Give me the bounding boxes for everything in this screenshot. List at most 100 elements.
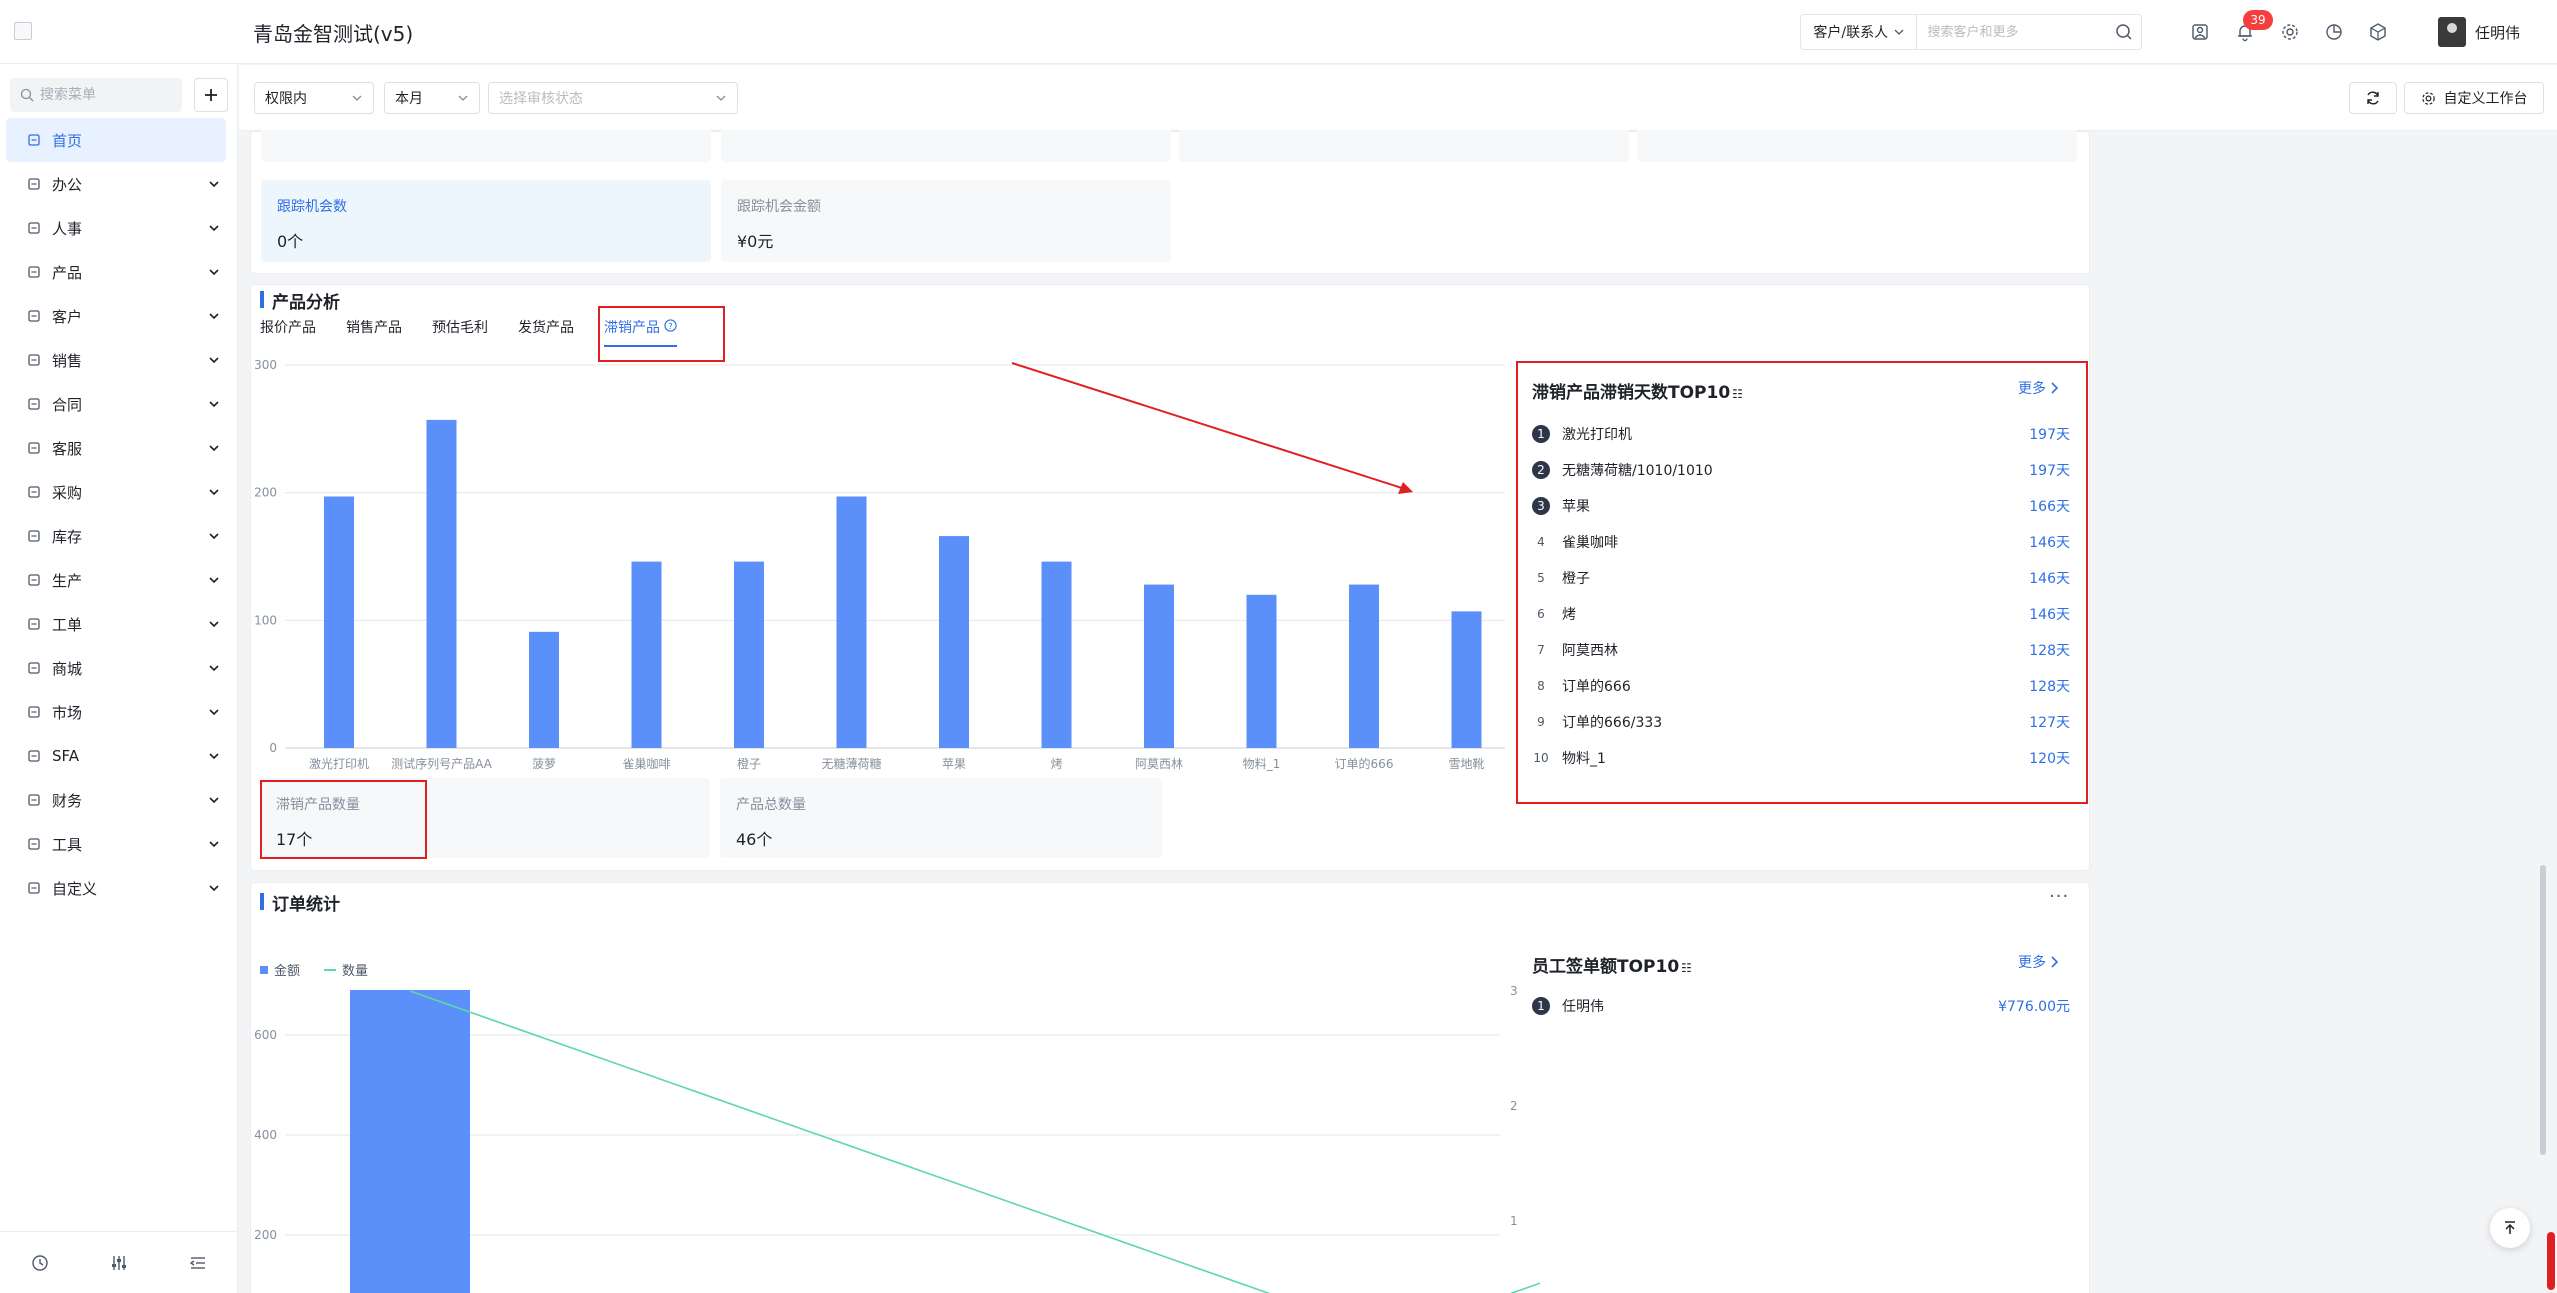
sidebar-item[interactable]: 客户 bbox=[0, 294, 238, 338]
sidebar-item[interactable]: 办公 bbox=[0, 162, 238, 206]
search-icon[interactable] bbox=[2107, 15, 2141, 49]
sidebar-item[interactable]: 客服 bbox=[0, 426, 238, 470]
slow-top10-more-link[interactable]: 更多 bbox=[2018, 378, 2058, 398]
gear-icon[interactable] bbox=[2278, 20, 2302, 44]
follow-count-card[interactable]: 跟踪机会数 0个 bbox=[261, 180, 711, 262]
bar[interactable] bbox=[836, 496, 867, 748]
back-to-top-button[interactable] bbox=[2490, 1208, 2530, 1248]
x-tick-label: 测试序列号产品AA bbox=[391, 756, 493, 771]
bar[interactable] bbox=[734, 561, 764, 748]
staff-top10-more-link[interactable]: 更多 bbox=[2018, 952, 2058, 972]
page-scrollbar[interactable] bbox=[2540, 865, 2546, 1155]
sidebar-item[interactable]: 库存 bbox=[0, 514, 238, 558]
rank-row[interactable]: 3 苹果 166天 bbox=[1532, 488, 2070, 524]
y-tick-label-left: 400 bbox=[254, 1128, 277, 1142]
period-select[interactable]: 本月 bbox=[384, 82, 480, 114]
bar[interactable] bbox=[1349, 584, 1379, 748]
contacts-icon[interactable] bbox=[2188, 20, 2212, 44]
menu-search-input[interactable] bbox=[40, 87, 170, 103]
report-icon[interactable] bbox=[2322, 20, 2346, 44]
rank-row[interactable]: 7 阿莫西林 128天 bbox=[1532, 632, 2070, 668]
bar[interactable] bbox=[324, 496, 354, 748]
total-product-count-card[interactable]: 产品总数量 46个 bbox=[720, 778, 1162, 858]
chevron-down-icon bbox=[208, 704, 220, 722]
annotation-arrow bbox=[1011, 362, 1413, 494]
series-line[interactable] bbox=[409, 990, 1540, 1293]
x-tick-label: 雪地靴 bbox=[1448, 757, 1484, 771]
bar[interactable] bbox=[1246, 594, 1277, 748]
custom-workbench-button[interactable]: 自定义工作台 bbox=[2404, 82, 2544, 114]
scope-select[interactable]: 权限内 bbox=[254, 82, 374, 114]
sidebar-item[interactable]: 生产 bbox=[0, 558, 238, 602]
service-icon bbox=[26, 440, 42, 456]
sidebar-item[interactable]: 采购 bbox=[0, 470, 238, 514]
tab-label: 销售产品 bbox=[346, 320, 402, 336]
rank-row[interactable]: 8 订单的666 128天 bbox=[1532, 668, 2070, 704]
sidebar-item[interactable]: 商城 bbox=[0, 646, 238, 690]
rank-row[interactable]: 2 无糖薄荷糖/1010/1010 197天 bbox=[1532, 452, 2070, 488]
search-scope-label: 客户/联系人 bbox=[1813, 25, 1889, 41]
staff-top10-title: 员工签单额TOP10 ☷ bbox=[1532, 952, 1692, 977]
bar[interactable] bbox=[350, 990, 470, 1293]
y-tick-label-right: 3 bbox=[1510, 984, 1518, 998]
sidebar-item[interactable]: 销售 bbox=[0, 338, 238, 382]
rank-row[interactable]: 1 任明伟 ¥776.00元 bbox=[1532, 988, 2070, 1024]
sidebar-item[interactable]: 市场 bbox=[0, 690, 238, 734]
bar[interactable] bbox=[631, 561, 662, 748]
sidebar-item[interactable]: 工单 bbox=[0, 602, 238, 646]
history-icon[interactable] bbox=[31, 1254, 49, 1272]
top-bar: 青岛金智测试(v5) 客户/联系人 39 任明伟 bbox=[0, 0, 2557, 64]
collapse-menu-icon[interactable] bbox=[189, 1254, 207, 1272]
rank-row[interactable]: 6 烤 146天 bbox=[1532, 596, 2070, 632]
rank-name: 无糖薄荷糖/1010/1010 bbox=[1562, 463, 1713, 479]
tab[interactable]: 预估毛利 bbox=[432, 317, 488, 347]
sidebar-item[interactable]: 自定义 bbox=[0, 866, 238, 910]
sidebar-item[interactable]: 工具 bbox=[0, 822, 238, 866]
bar[interactable] bbox=[426, 419, 457, 748]
sidebar-item[interactable]: 首页 bbox=[6, 118, 226, 162]
sidebar-item[interactable]: 产品 bbox=[0, 250, 238, 294]
legend-amount[interactable]: 金额 bbox=[260, 960, 300, 979]
refresh-button[interactable] bbox=[2349, 82, 2397, 114]
user-name[interactable]: 任明伟 bbox=[2475, 22, 2520, 43]
sort-icon[interactable]: ☷ bbox=[1681, 961, 1692, 975]
sliders-icon[interactable] bbox=[110, 1254, 128, 1272]
inventory-icon bbox=[26, 528, 42, 544]
sidebar-item[interactable]: SFA bbox=[0, 734, 238, 778]
add-menu-button[interactable] bbox=[194, 78, 228, 112]
rank-row[interactable]: 10 物料_1 120天 bbox=[1532, 740, 2070, 776]
scope-select-value: 权限内 bbox=[265, 91, 307, 107]
sidebar-item[interactable]: 人事 bbox=[0, 206, 238, 250]
more-options-icon[interactable]: ··· bbox=[2049, 886, 2069, 907]
avatar[interactable] bbox=[2438, 17, 2466, 47]
annotation-box-tab bbox=[598, 306, 725, 362]
tab[interactable]: 发货产品 bbox=[518, 317, 574, 347]
rank-row[interactable]: 4 雀巢咖啡 146天 bbox=[1532, 524, 2070, 560]
sidebar-item[interactable]: 合同 bbox=[0, 382, 238, 426]
bar[interactable] bbox=[1144, 584, 1174, 748]
rank-name: 雀巢咖啡 bbox=[1562, 535, 1618, 551]
bar[interactable] bbox=[1041, 561, 1072, 748]
rank-row[interactable]: 1 激光打印机 197天 bbox=[1532, 416, 2070, 452]
bar[interactable] bbox=[529, 631, 559, 748]
contract-icon bbox=[26, 396, 42, 412]
bar[interactable] bbox=[939, 536, 969, 748]
sidebar-item-label: 市场 bbox=[52, 703, 83, 722]
cube-icon[interactable] bbox=[2366, 20, 2390, 44]
tab[interactable]: 报价产品 bbox=[260, 317, 316, 347]
legend-qty[interactable]: 数量 bbox=[324, 960, 368, 979]
bar[interactable] bbox=[1451, 611, 1482, 748]
tab[interactable]: 销售产品 bbox=[346, 317, 402, 347]
approval-status-select[interactable]: 选择审核状态 bbox=[488, 82, 738, 114]
search-input[interactable] bbox=[1917, 15, 2108, 49]
chevron-down-icon bbox=[208, 396, 220, 414]
rank-value: 166天 bbox=[2029, 499, 2070, 515]
rank-row[interactable]: 9 订单的666/333 127天 bbox=[1532, 704, 2070, 740]
rank-number: 6 bbox=[1537, 607, 1545, 621]
sort-icon[interactable]: ☷ bbox=[1732, 387, 1743, 401]
rank-row[interactable]: 5 橙子 146天 bbox=[1532, 560, 2070, 596]
search-scope-select[interactable]: 客户/联系人 bbox=[1801, 15, 1918, 49]
sidebar-item[interactable]: 财务 bbox=[0, 778, 238, 822]
follow-amount-card[interactable]: 跟踪机会金额 ¥0元 bbox=[721, 180, 1171, 262]
sidebar-footer bbox=[0, 1231, 238, 1293]
